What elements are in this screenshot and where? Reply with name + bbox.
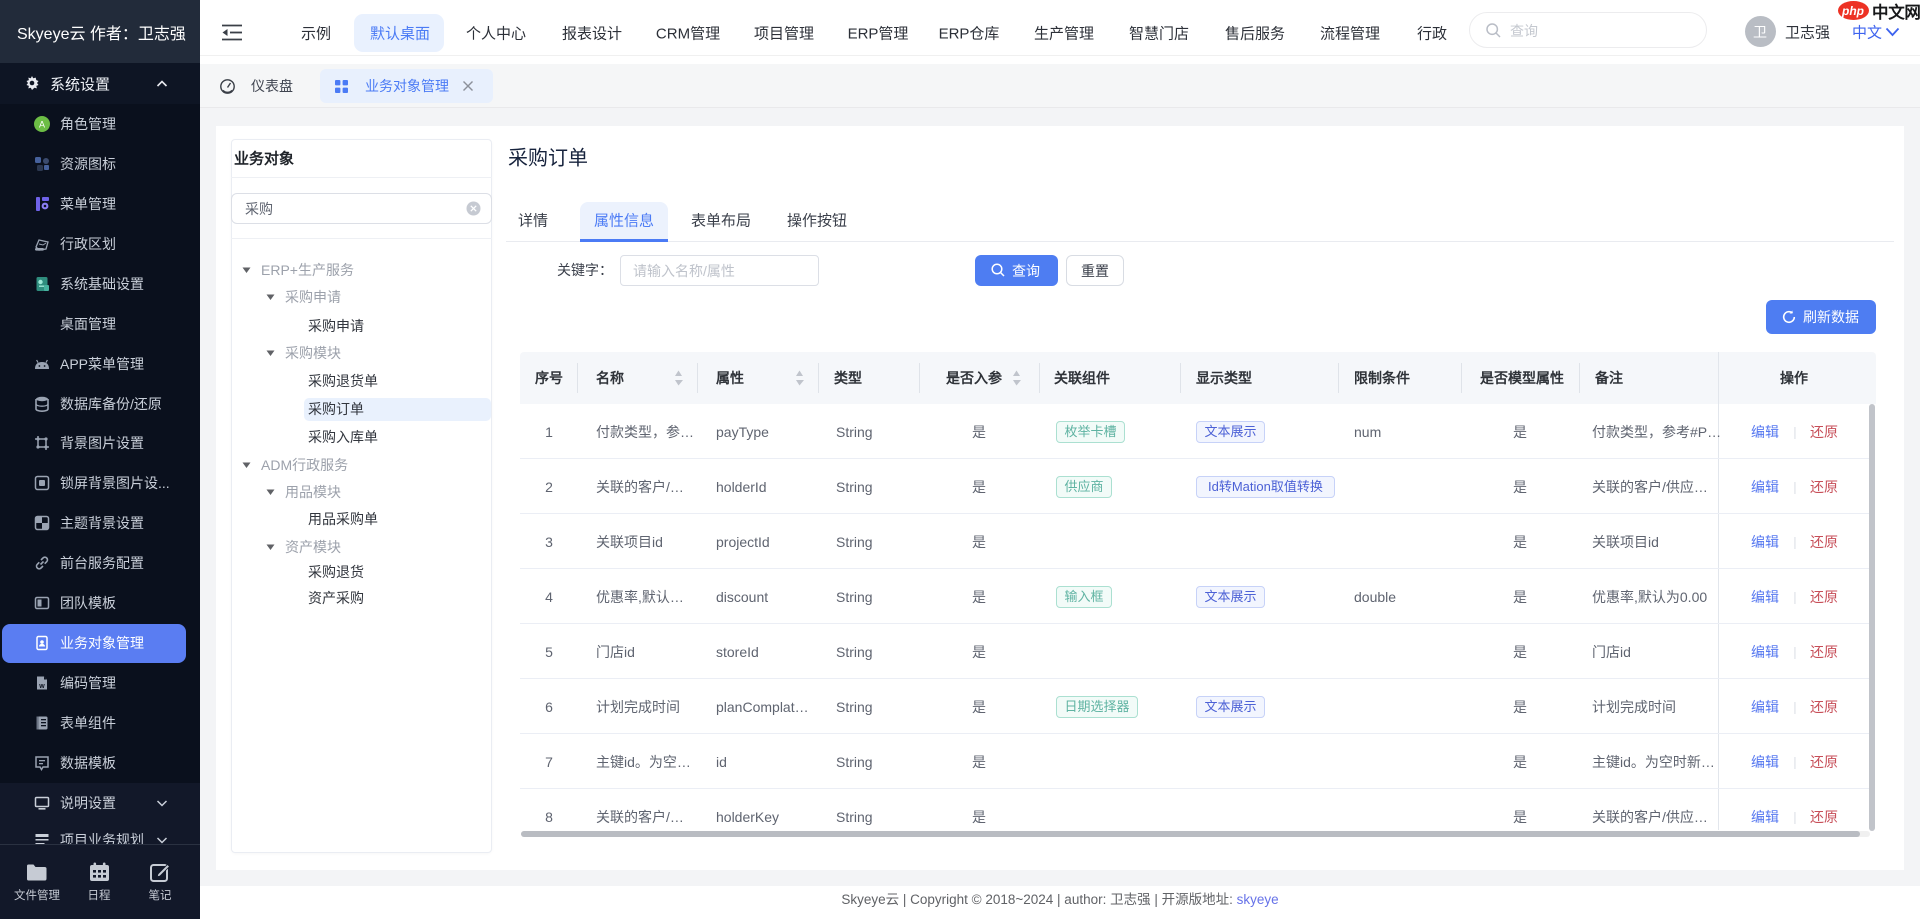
svg-text:w: w [38, 683, 45, 690]
svg-text:A: A [39, 120, 45, 130]
